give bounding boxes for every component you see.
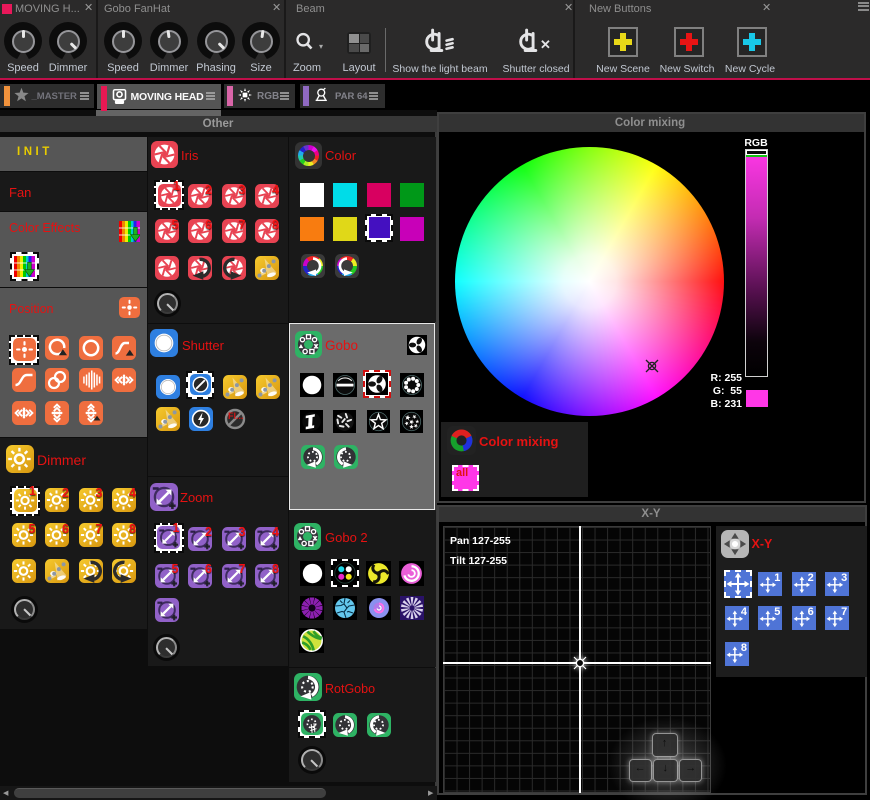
svg-text:Fl...: Fl... xyxy=(228,411,244,421)
